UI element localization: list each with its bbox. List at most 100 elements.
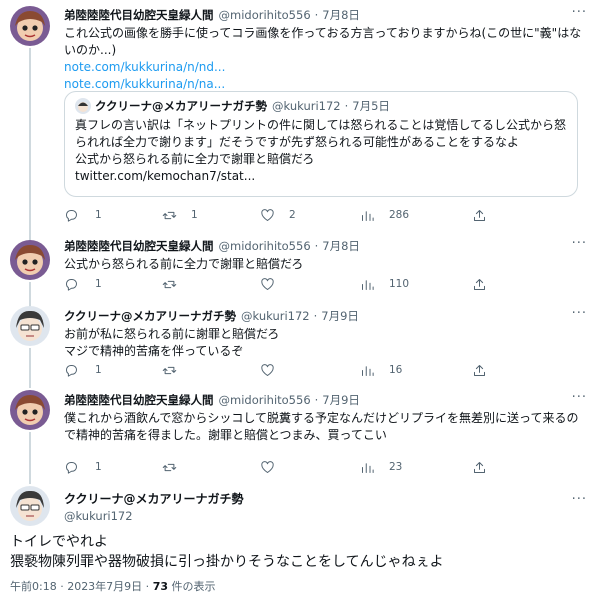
tweet-timestamp[interactable]: 午前0:18 · 2023年7月9日 · bbox=[10, 580, 149, 593]
tweet-time[interactable]: 7月8日 bbox=[322, 7, 360, 23]
retweet-button[interactable] bbox=[162, 459, 177, 475]
main-tweet: ククリーナ@メカアリーナガチ勢 @kukuri172 ··· トイレでやれよ 猥… bbox=[0, 484, 597, 597]
reply-count: 1 bbox=[95, 209, 102, 221]
retweet-icon bbox=[162, 211, 177, 219]
more-icon[interactable]: ··· bbox=[572, 6, 587, 19]
tweet[interactable]: 弟陸陸陸代目幼腔天皇緑人間 @midorihito556 · 7月8日 ··· … bbox=[0, 236, 597, 310]
reply-icon bbox=[66, 461, 77, 474]
views-count: 23 bbox=[389, 461, 403, 473]
views-count: 73 bbox=[152, 580, 168, 593]
views-icon bbox=[362, 210, 374, 221]
tweet-text: 僕これから酒飲んで窓からシッコして脱糞する予定なんだけどリプライを無差別に送って… bbox=[64, 411, 579, 442]
like-count: 2 bbox=[289, 209, 296, 221]
share-icon bbox=[474, 278, 485, 290]
author-handle[interactable]: @kukuri172 bbox=[64, 509, 587, 523]
reply-icon bbox=[66, 278, 77, 291]
share-icon bbox=[474, 209, 485, 221]
author-handle[interactable]: @midorihito556 bbox=[219, 238, 311, 254]
author-name[interactable]: 弟陸陸陸代目幼腔天皇緑人間 bbox=[64, 238, 214, 254]
heart-icon bbox=[261, 208, 274, 221]
views-button[interactable]: 16 bbox=[360, 362, 402, 378]
views-count: 16 bbox=[389, 364, 403, 376]
reply-button[interactable]: 1 bbox=[64, 362, 102, 378]
views-icon bbox=[362, 365, 374, 376]
share-button[interactable] bbox=[472, 459, 487, 475]
thread-line bbox=[29, 48, 31, 238]
reply-count: 1 bbox=[95, 278, 102, 290]
heart-icon bbox=[261, 363, 274, 376]
reply-button[interactable]: 1 bbox=[64, 207, 102, 223]
retweet-button[interactable] bbox=[162, 276, 177, 292]
quote-link: twitter.com/kemochan7/stat... bbox=[75, 169, 256, 183]
retweet-count: 1 bbox=[191, 209, 198, 221]
views-button[interactable]: 110 bbox=[360, 276, 409, 292]
quote-avatar bbox=[75, 98, 91, 114]
reply-icon bbox=[66, 364, 77, 377]
avatar[interactable] bbox=[10, 306, 50, 346]
tweet-text: 公式から怒られる前に全力で謝罪と賠償だろ bbox=[64, 257, 304, 271]
like-button[interactable] bbox=[260, 362, 275, 378]
reply-button[interactable]: 1 bbox=[64, 459, 102, 475]
tweet-text: お前が私に怒られる前に謝罪と賠償だろ bbox=[64, 327, 280, 341]
views-count: 110 bbox=[389, 278, 410, 290]
tweet-time[interactable]: 7月9日 bbox=[322, 392, 360, 408]
heart-icon bbox=[261, 277, 274, 290]
retweet-icon bbox=[162, 366, 177, 374]
tweet-time[interactable]: 7月9日 bbox=[321, 308, 359, 324]
avatar[interactable] bbox=[10, 486, 50, 526]
retweet-icon bbox=[162, 280, 177, 288]
views-button[interactable]: 286 bbox=[360, 207, 409, 223]
views-icon bbox=[362, 279, 374, 290]
retweet-icon bbox=[162, 463, 177, 471]
heart-icon bbox=[261, 460, 274, 473]
views-button[interactable]: 23 bbox=[360, 459, 402, 475]
author-name[interactable]: 弟陸陸陸代目幼腔天皇緑人間 bbox=[64, 7, 214, 23]
author-name[interactable]: ククリーナ@メカアリーナガチ勢 bbox=[64, 490, 587, 507]
views-icon bbox=[362, 462, 374, 473]
tweet-text: 猥褻物陳列罪や器物破損に引っ掛かりそうなことをしてんじゃねぇよ bbox=[10, 554, 444, 570]
avatar[interactable] bbox=[10, 240, 50, 280]
thread-line bbox=[29, 432, 31, 484]
author-handle[interactable]: @midorihito556 bbox=[219, 7, 311, 23]
quoted-tweet[interactable]: ククリーナ@メカアリーナガチ勢 @kukuri172 · 7月5日 真フレの言い… bbox=[64, 91, 578, 197]
share-button[interactable] bbox=[472, 207, 487, 223]
retweet-button[interactable] bbox=[162, 362, 177, 378]
quote-author-handle: @kukuri172 bbox=[272, 99, 341, 113]
more-icon[interactable]: ··· bbox=[572, 237, 587, 250]
author-handle[interactable]: @midorihito556 bbox=[219, 392, 311, 408]
reply-icon bbox=[66, 209, 77, 222]
tweet-text: マジで精神的苦痛を伴っているぞ bbox=[64, 344, 244, 358]
share-button[interactable] bbox=[472, 362, 487, 378]
author-name[interactable]: ククリーナ@メカアリーナガチ勢 bbox=[64, 308, 236, 324]
quote-text: 公式から怒られる前に全力で謝罪と賠償だろ bbox=[75, 152, 315, 166]
like-button[interactable] bbox=[260, 276, 275, 292]
thread-line bbox=[29, 348, 31, 388]
tweet-text: トイレでやれよ bbox=[10, 534, 108, 550]
share-button[interactable] bbox=[472, 276, 487, 292]
tweet-meta: 午前0:18 · 2023年7月9日 · 73 件の表示 bbox=[10, 578, 216, 594]
avatar[interactable] bbox=[10, 6, 50, 46]
tweet[interactable]: ククリーナ@メカアリーナガチ勢 @kukuri172 · 7月9日 ··· お前… bbox=[0, 304, 597, 388]
like-button[interactable]: 2 bbox=[260, 207, 296, 223]
tweet[interactable]: 弟陸陸陸代目幼腔天皇緑人間 @midorihito556 · 7月8日 ··· … bbox=[0, 0, 597, 238]
quote-time: 7月5日 bbox=[352, 99, 390, 113]
views-label: 件の表示 bbox=[171, 580, 216, 593]
retweet-button[interactable]: 1 bbox=[162, 207, 198, 223]
quote-text: 真フレの言い訳は「ネットプリントの件に関しては怒られることは覚悟してるし公式から… bbox=[75, 118, 567, 149]
quote-author-name: ククリーナ@メカアリーナガチ勢 bbox=[95, 99, 268, 113]
views-count: 286 bbox=[389, 209, 410, 221]
more-icon[interactable]: ··· bbox=[572, 391, 587, 404]
author-name[interactable]: 弟陸陸陸代目幼腔天皇緑人間 bbox=[64, 392, 214, 408]
reply-button[interactable]: 1 bbox=[64, 276, 102, 292]
like-button[interactable] bbox=[260, 459, 275, 475]
tweet-time[interactable]: 7月8日 bbox=[322, 238, 360, 254]
avatar[interactable] bbox=[10, 390, 50, 430]
share-icon bbox=[474, 461, 485, 473]
more-icon[interactable]: ··· bbox=[572, 307, 587, 320]
tweet-link[interactable]: note.com/kukkurina/n/nd... bbox=[64, 59, 587, 76]
tweet-text: これ公式の画像を勝手に使ってコラ画像を作っておる方言っておりますからね(この世に… bbox=[64, 26, 582, 57]
author-handle[interactable]: @kukuri172 bbox=[241, 308, 310, 324]
share-icon bbox=[474, 364, 485, 376]
tweet[interactable]: 弟陸陸陸代目幼腔天皇緑人間 @midorihito556 · 7月9日 ··· … bbox=[0, 388, 597, 484]
more-icon[interactable]: ··· bbox=[572, 493, 587, 506]
